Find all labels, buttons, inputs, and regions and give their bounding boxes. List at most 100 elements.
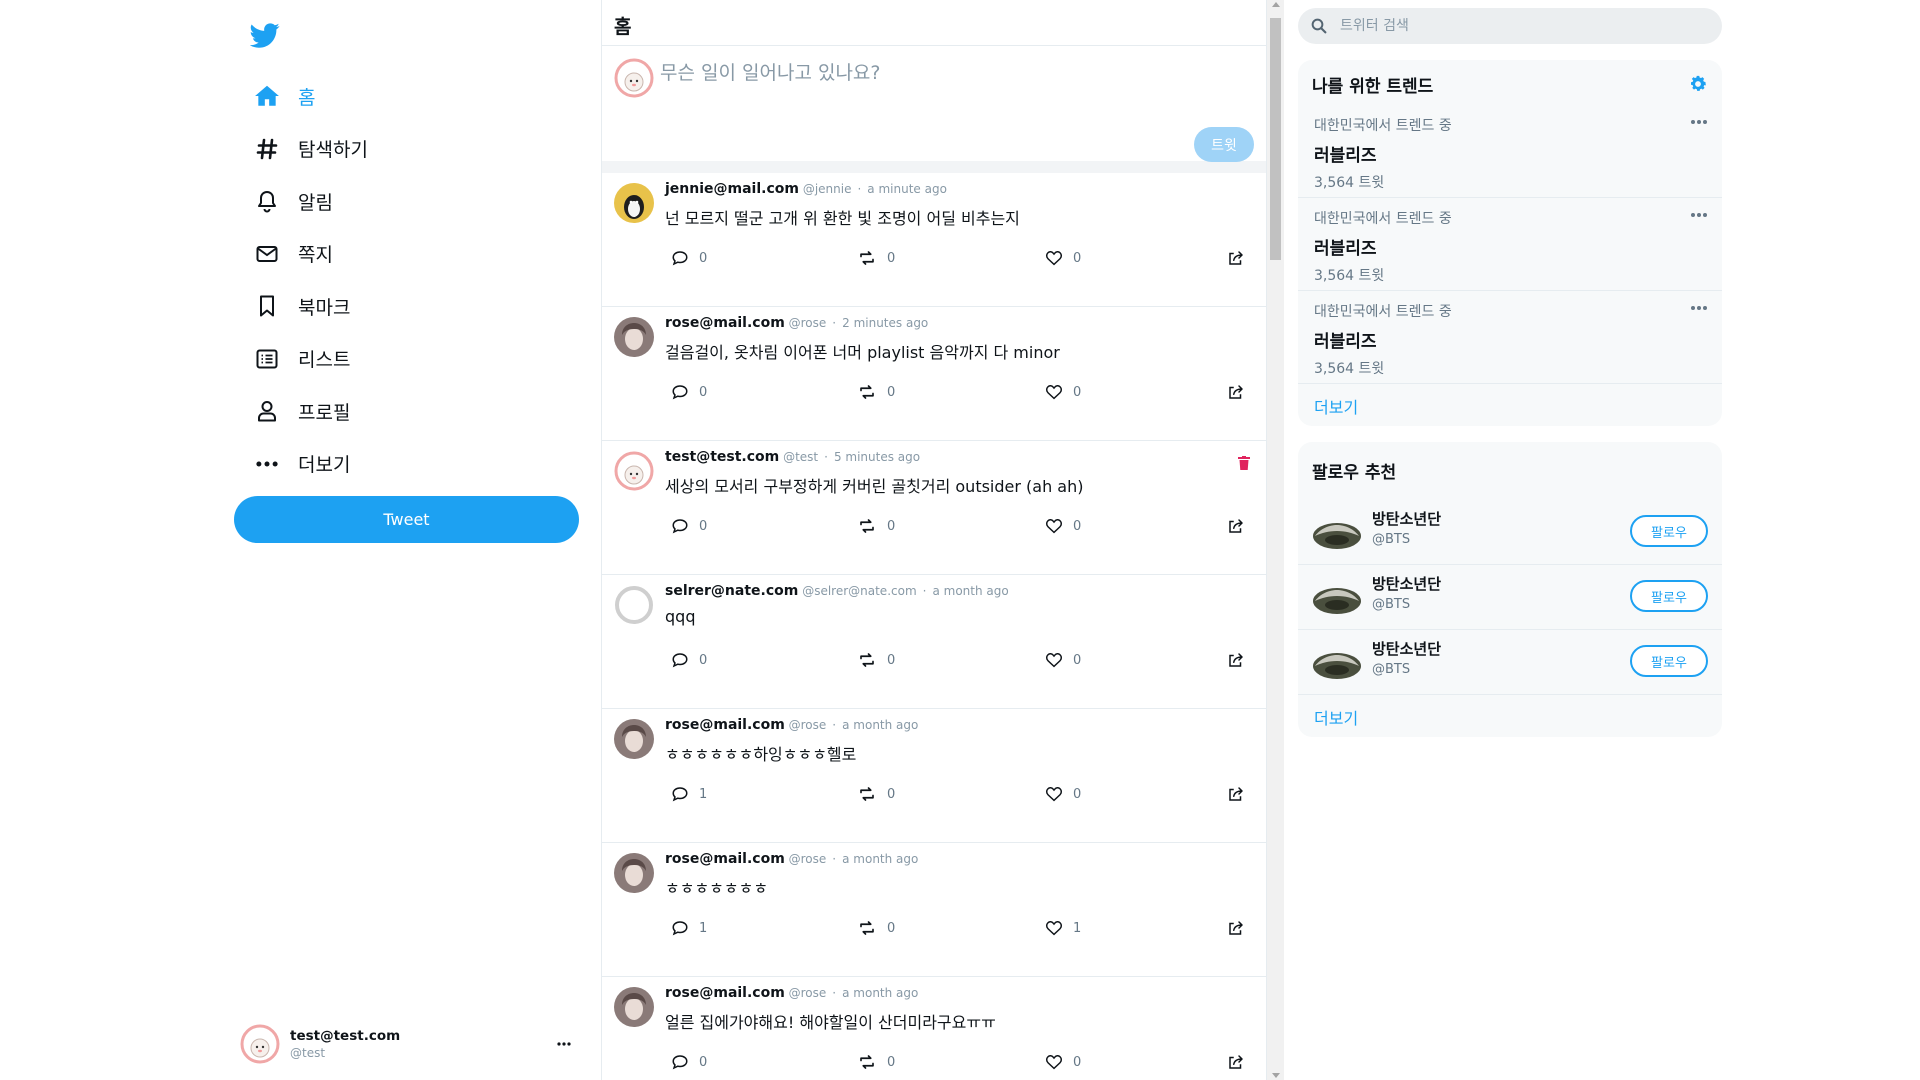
avatar[interactable] [614,585,654,625]
suggestion-handle: @BTS [1372,597,1411,612]
trend-item[interactable]: 대한민국에서 트렌드 중 러블리즈 3,564 트윗 [1298,291,1722,384]
tweet-item[interactable]: jennie@mail.com @jennie · a minute ago 넌 모… [602,173,1266,307]
main-timeline: 홈 트윗 jennie@mail.com @jennie·a minute ag… [601,0,1267,1080]
tweet-item[interactable]: rose@mail.com @rose · a month ago 얼른 집에가야해… [602,977,1266,1080]
tweet-author[interactable]: rose@mail.com [665,985,785,1001]
reply-button[interactable]: 0 [671,1053,707,1071]
retweet-button[interactable]: 0 [857,517,895,535]
retweet-button[interactable]: 0 [857,651,895,669]
more-dots-icon[interactable] [554,1042,574,1046]
tweet-author[interactable]: rose@mail.com [665,851,785,867]
tweet-author[interactable]: rose@mail.com [665,717,785,733]
share-button[interactable] [1226,651,1246,669]
more-dots-icon[interactable] [1690,212,1708,218]
avatar[interactable] [614,987,654,1027]
retweet-button[interactable]: 0 [857,1053,895,1071]
like-button[interactable]: 0 [1045,249,1081,267]
tweet-item[interactable]: rose@mail.com @rose · a month ago ㅎㅎㅎㅎㅎㅎ하잉… [602,709,1266,843]
tweet-author[interactable]: selrer@nate.com [665,583,798,599]
nav-item-messages[interactable]: 쪽지 [248,228,568,281]
share-button[interactable] [1226,383,1246,401]
like-button[interactable]: 0 [1045,1053,1081,1071]
avatar[interactable] [614,451,654,491]
like-button[interactable]: 1 [1045,919,1081,937]
nav-item-more[interactable]: 더보기 [248,438,568,491]
tweet-item[interactable]: selrer@nate.com @selrer@nate.com · a month… [602,575,1266,709]
share-button[interactable] [1226,1053,1246,1071]
main-nav: 홈 탐색하기 알림 쪽지 북마크 리스트 프로필 더보기 [248,70,568,490]
trend-item[interactable]: 대한민국에서 트렌드 중 러블리즈 3,564 트윗 [1298,105,1722,198]
reply-button[interactable]: 1 [671,785,707,803]
reply-button[interactable]: 0 [671,651,707,669]
retweet-button[interactable]: 0 [857,383,895,401]
tweet-text: 얼른 집에가야해요! 해야할일이 산더미라구요ㅠㅠ [665,1013,996,1032]
avatar[interactable] [614,853,654,893]
gear-icon[interactable] [1688,74,1708,94]
tweet-text: qqq [665,607,696,626]
tweet-button[interactable]: Tweet [234,496,579,543]
retweet-button[interactable]: 0 [857,249,895,267]
tweet-handle: @rose [788,316,827,330]
search-input[interactable] [1340,14,1700,38]
avatar[interactable] [614,183,654,223]
nav-item-explore[interactable]: 탐색하기 [248,123,568,176]
trend-context: 대한민국에서 트렌드 중 [1314,211,1452,227]
reply-button[interactable]: 0 [671,383,707,401]
trend-item[interactable]: 대한민국에서 트렌드 중 러블리즈 3,564 트윗 [1298,198,1722,291]
avatar[interactable] [614,719,654,759]
retweet-button[interactable]: 0 [857,919,895,937]
twitter-bird-icon[interactable] [249,20,284,54]
scrollbar[interactable] [1267,0,1284,1080]
account-switcher[interactable]: test@test.com @test [240,1020,574,1068]
account-handle: @test [290,1046,326,1060]
trend-count: 3,564 트윗 [1314,175,1385,191]
compose-submit-button[interactable]: 트윗 [1194,127,1254,162]
follow-suggestion[interactable]: 방탄소년단 @BTS 팔로우 [1298,630,1722,695]
suggestion-handle: @BTS [1372,662,1411,677]
more-dots-icon[interactable] [1690,305,1708,311]
follow-suggestion[interactable]: 방탄소년단 @BTS 팔로우 [1298,500,1722,565]
reply-button[interactable]: 0 [671,249,707,267]
nav-item-lists[interactable]: 리스트 [248,333,568,386]
avatar[interactable] [614,317,654,357]
share-button[interactable] [1226,919,1246,937]
compose-input[interactable] [660,58,1250,88]
tweet-handle: @rose [788,852,827,866]
follow-more-link[interactable]: 더보기 [1298,695,1722,737]
tweet-item[interactable]: rose@mail.com @rose · 2 minutes ago 걸음걸이, … [602,307,1266,441]
scroll-down-icon[interactable] [1272,1073,1280,1078]
tweet-author[interactable]: jennie@mail.com [665,181,799,197]
nav-item-profile[interactable]: 프로필 [248,385,568,438]
tweet-time: a month ago [842,852,919,866]
like-button[interactable]: 0 [1045,383,1081,401]
follow-button[interactable]: 팔로우 [1630,515,1708,547]
tweet-actions: 0 0 0 [665,651,1253,675]
nav-item-bookmarks[interactable]: 북마크 [248,280,568,333]
share-button[interactable] [1226,517,1246,535]
scrollbar-thumb[interactable] [1270,18,1281,260]
tweet-text: ㅎㅎㅎㅎㅎㅎ하잉ㅎㅎㅎ헬로 [665,745,857,764]
tweet-item[interactable]: rose@mail.com @rose · a month ago ㅎㅎㅎㅎㅎㅎㅎ … [602,843,1266,977]
like-button[interactable]: 0 [1045,517,1081,535]
share-button[interactable] [1226,785,1246,803]
tweet-author[interactable]: rose@mail.com [665,315,785,331]
scroll-up-icon[interactable] [1272,2,1280,7]
tweet-author[interactable]: test@test.com [665,449,779,465]
trash-icon[interactable] [1238,455,1252,471]
reply-button[interactable]: 0 [671,517,707,535]
nav-item-home[interactable]: 홈 [248,70,568,123]
trends-more-link[interactable]: 더보기 [1298,384,1722,426]
reply-button[interactable]: 1 [671,919,707,937]
follow-suggestion[interactable]: 방탄소년단 @BTS 팔로우 [1298,565,1722,630]
like-button[interactable]: 0 [1045,785,1081,803]
suggestion-name: 방탄소년단 [1372,575,1442,593]
retweet-button[interactable]: 0 [857,785,895,803]
search-bar[interactable] [1298,8,1722,44]
tweet-item[interactable]: test@test.com @test · 5 minutes ago 세상의 모서… [602,441,1266,575]
more-dots-icon[interactable] [1690,119,1708,125]
like-button[interactable]: 0 [1045,651,1081,669]
follow-button[interactable]: 팔로우 [1630,645,1708,677]
nav-item-notifications[interactable]: 알림 [248,175,568,228]
share-button[interactable] [1226,249,1246,267]
follow-button[interactable]: 팔로우 [1630,580,1708,612]
